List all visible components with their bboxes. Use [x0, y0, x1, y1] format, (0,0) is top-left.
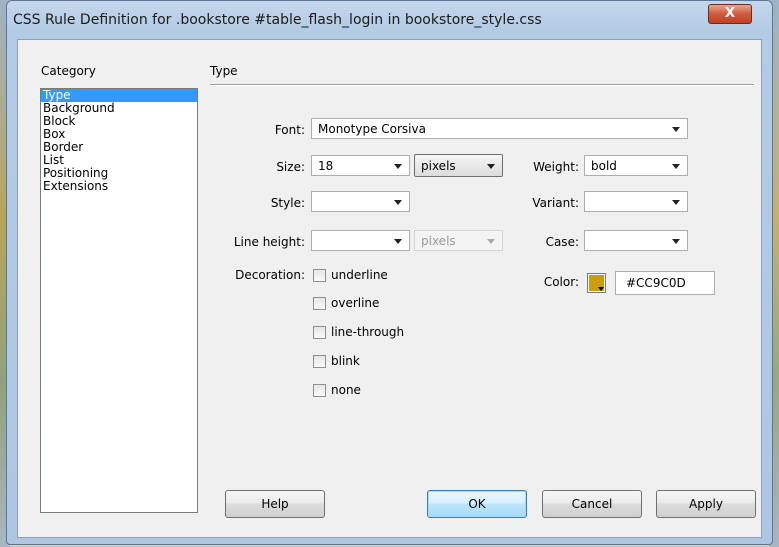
font-select[interactable]: Monotype Corsiva — [311, 118, 688, 139]
variant-label: Variant: — [532, 196, 579, 210]
chevron-down-icon — [487, 164, 495, 169]
dialog-body: Category Type Type Background Block Box … — [17, 39, 762, 538]
size-label: Size: — [276, 160, 305, 174]
category-list[interactable]: Type Background Block Box Border List Po… — [40, 88, 198, 513]
none-checkbox[interactable] — [313, 384, 326, 397]
line-height-label: Line height: — [233, 235, 305, 249]
window-title: CSS Rule Definition for .bookstore #tabl… — [13, 12, 542, 28]
category-header: Category — [41, 64, 96, 78]
panel-divider — [210, 84, 754, 85]
size-unit-select[interactable]: pixels — [414, 154, 503, 177]
size-value: 18 — [318, 159, 334, 173]
line-height-unit-value: pixels — [421, 234, 456, 248]
line-height-unit-select: pixels — [414, 230, 503, 251]
color-value: #CC9C0D — [626, 276, 686, 290]
underline-label: underline — [331, 268, 388, 282]
size-unit-value: pixels — [421, 159, 456, 173]
cancel-button[interactable]: Cancel — [542, 490, 642, 518]
overline-checkbox[interactable] — [313, 297, 326, 310]
overline-label: overline — [331, 296, 380, 310]
decoration-label: Decoration: — [235, 268, 305, 282]
weight-select[interactable]: bold — [584, 155, 688, 176]
color-input[interactable]: #CC9C0D — [615, 271, 715, 295]
style-select[interactable] — [311, 191, 410, 212]
apply-button[interactable]: Apply — [656, 490, 756, 518]
category-item-extensions[interactable]: Extensions — [41, 180, 197, 193]
size-select[interactable]: 18 — [311, 155, 410, 176]
underline-checkbox[interactable] — [313, 269, 326, 282]
chevron-down-icon — [394, 239, 402, 244]
chevron-down-icon — [394, 200, 402, 205]
style-label: Style: — [270, 196, 305, 210]
ok-button[interactable]: OK — [427, 490, 527, 518]
font-label: Font: — [274, 123, 305, 137]
weight-value: bold — [591, 159, 617, 173]
line-through-label: line-through — [331, 325, 405, 339]
variant-select[interactable] — [584, 191, 688, 212]
color-picker-button[interactable] — [587, 273, 606, 293]
help-button[interactable]: Help — [225, 490, 325, 518]
case-label: Case: — [545, 235, 579, 249]
case-select[interactable] — [584, 230, 688, 251]
weight-label: Weight: — [533, 160, 579, 174]
blink-label: blink — [331, 354, 360, 368]
chevron-down-icon — [487, 239, 495, 244]
panel-title: Type — [210, 64, 238, 78]
none-label: none — [331, 383, 361, 397]
line-through-checkbox[interactable] — [313, 326, 326, 339]
chevron-down-icon — [672, 127, 680, 132]
dialog-window: CSS Rule Definition for .bookstore #tabl… — [6, 0, 773, 545]
chevron-down-icon — [672, 200, 680, 205]
color-label: Color: — [543, 275, 579, 289]
chevron-down-icon — [672, 164, 680, 169]
chevron-down-icon — [672, 239, 680, 244]
line-height-select[interactable] — [311, 230, 410, 251]
blink-checkbox[interactable] — [313, 355, 326, 368]
category-item-border[interactable]: Border — [41, 141, 197, 154]
close-button[interactable]: X — [708, 4, 752, 24]
dropdown-triangle-icon — [598, 287, 604, 291]
font-value: Monotype Corsiva — [318, 122, 426, 136]
chevron-down-icon — [394, 164, 402, 169]
